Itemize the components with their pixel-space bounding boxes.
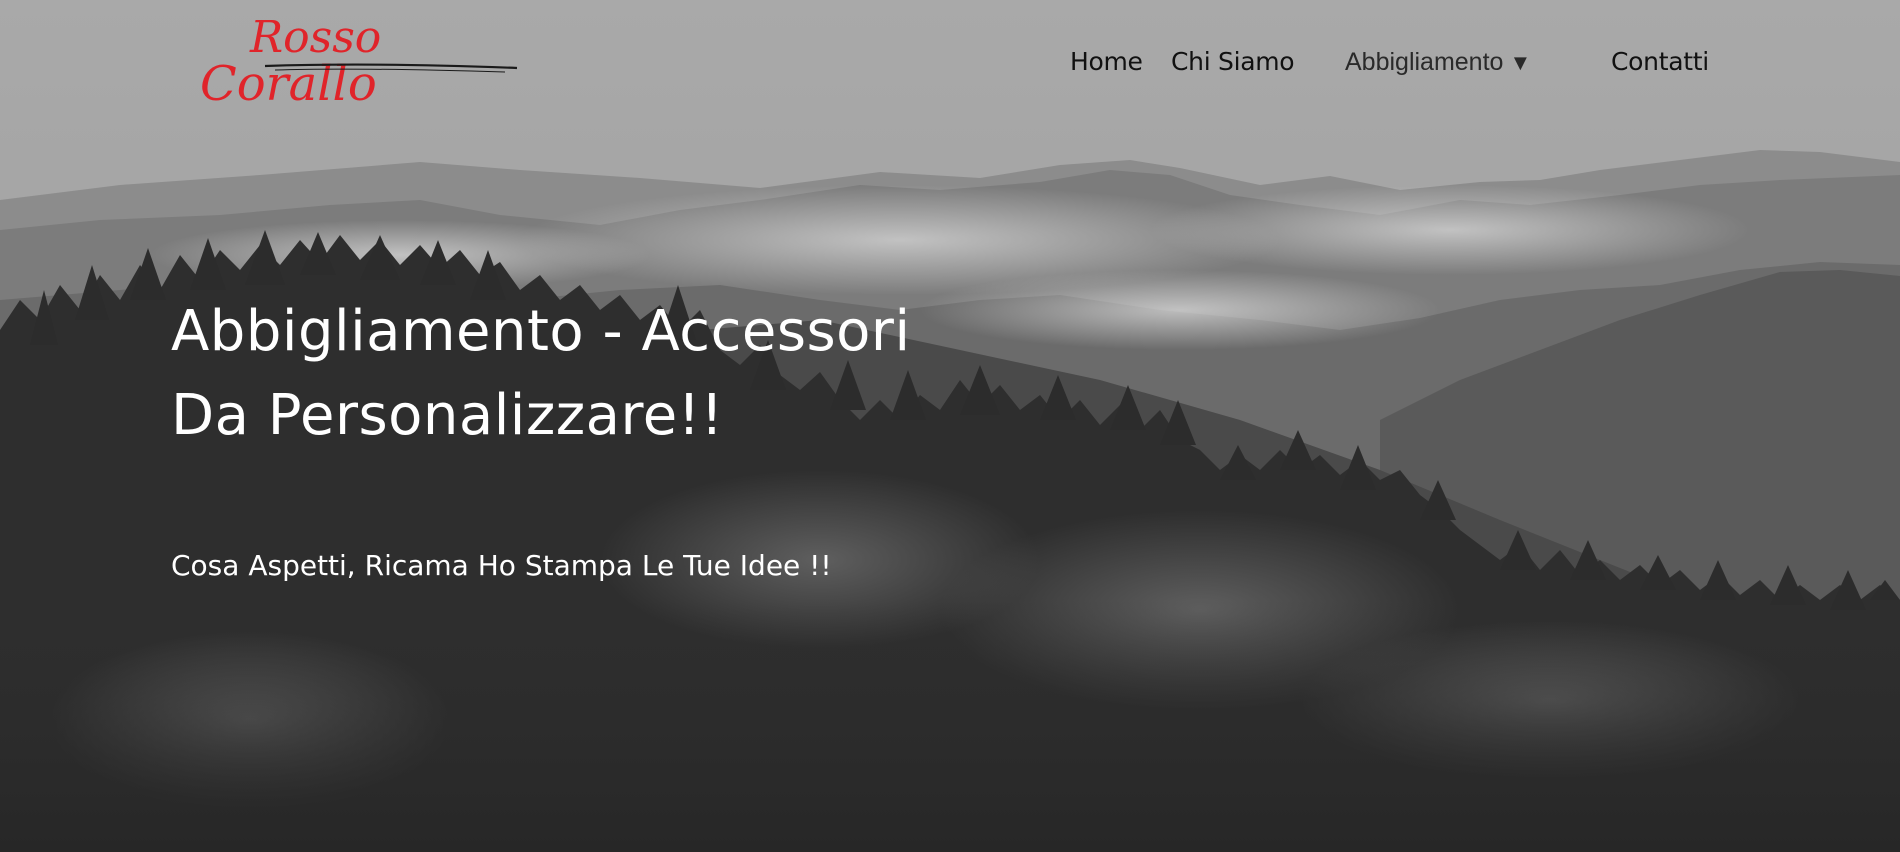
nav-link-contatti[interactable]: Contatti <box>1611 42 1709 82</box>
hero-subtitle: Cosa Aspetti, Ricama Ho Stampa Le Tue Id… <box>171 549 832 582</box>
nav-link-chi-siamo[interactable]: Chi Siamo <box>1171 42 1295 82</box>
brand-logo[interactable]: Rosso Corallo <box>165 0 520 112</box>
hero-title-line1: Abbigliamento - Accessori <box>171 299 911 364</box>
nav-link-abbigliamento[interactable]: Abbigliamento ▼ <box>1345 42 1531 82</box>
nav-link-abbigliamento-label: Abbigliamento <box>1345 48 1504 76</box>
caret-down-icon: ▼ <box>1509 50 1532 75</box>
hero-title-line2: Da Personalizzare!! <box>171 383 724 448</box>
hero-title: Abbigliamento - Accessori Da Personalizz… <box>171 290 911 458</box>
nav-link-home[interactable]: Home <box>1070 42 1143 82</box>
